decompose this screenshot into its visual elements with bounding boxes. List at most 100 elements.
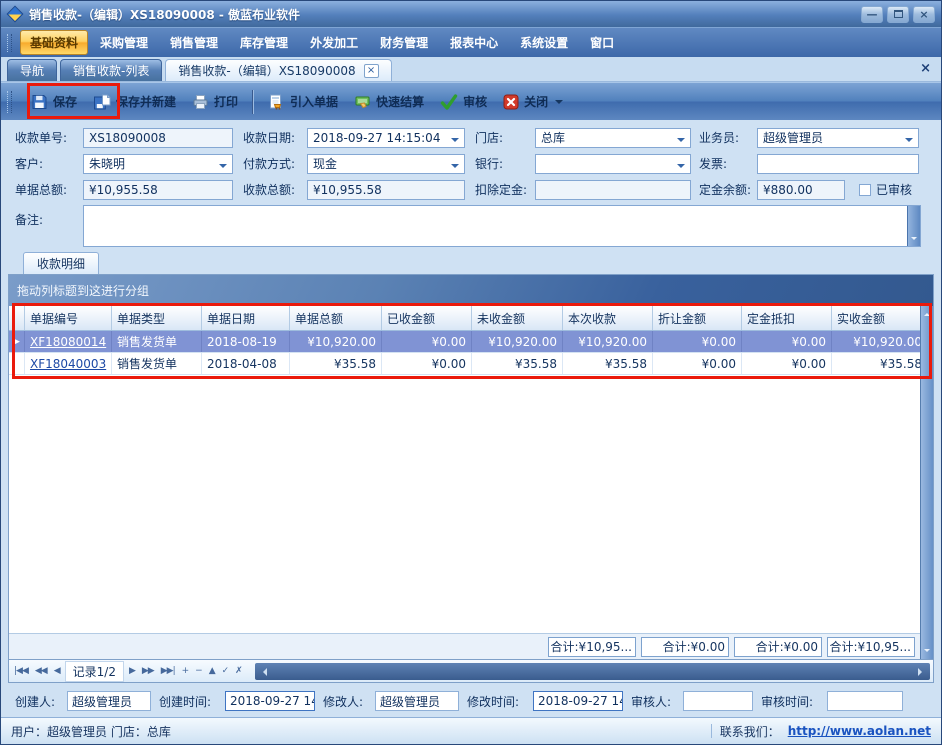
row-indicator-icon xyxy=(9,353,25,374)
dropdown-arrow-icon[interactable] xyxy=(219,164,227,172)
deposit-balance-field[interactable]: ¥880.00 xyxy=(757,180,845,200)
horizontal-scrollbar[interactable] xyxy=(255,663,930,680)
menu-bar: 基础资料采购管理销售管理库存管理外发加工财务管理报表中心系统设置窗口 xyxy=(1,27,941,57)
form-row-3: 单据总额: ¥10,955.58 收款总额: ¥10,955.58 扣除定金: … xyxy=(15,179,941,200)
nav-insert-button[interactable]: + xyxy=(182,666,189,676)
grid-midrow: 单据编号单据类型单据日期单据总额已收金额未收金额本次收款折让金额定金抵扣实收金额… xyxy=(9,306,933,659)
table-cell: 2018-08-19 xyxy=(202,331,290,352)
save-button[interactable]: 保存 xyxy=(24,89,84,114)
nav-last-button[interactable]: ▶▶| xyxy=(161,666,175,676)
column-header-10[interactable]: 实收金额 xyxy=(832,306,928,330)
modifier-field: 超级管理员 xyxy=(375,691,459,711)
detail-panel: 拖动列标题到这进行分组 单据编号单据类型单据日期单据总额已收金额未收金额本次收款… xyxy=(8,274,934,683)
creator-value: 超级管理员 xyxy=(72,693,132,710)
nav-next-page-button[interactable]: ▶▶ xyxy=(142,666,154,676)
receipt-date-value: 2018-09-27 14:15:04 xyxy=(313,131,440,145)
receipt-total-field[interactable]: ¥10,955.58 xyxy=(307,180,465,200)
receipt-no-label: 收款单号: xyxy=(15,129,83,146)
deduct-deposit-field[interactable] xyxy=(535,180,691,200)
doc-tab-3[interactable]: 销售收款-（编辑）XS18090008× xyxy=(165,59,391,81)
quick-settle-button[interactable]: 快速结算 xyxy=(347,89,431,114)
receipt-no-value: XS18090008 xyxy=(89,131,166,145)
vertical-scrollbar[interactable] xyxy=(920,306,933,659)
dropdown-arrow-icon[interactable] xyxy=(677,164,685,172)
nav-first-button[interactable]: |◀◀ xyxy=(14,666,28,676)
nav-post-button[interactable]: ✓ xyxy=(222,666,229,676)
maximize-button[interactable] xyxy=(887,6,909,23)
store-combo[interactable]: 总库 xyxy=(535,128,691,148)
nav-delete-button[interactable]: − xyxy=(195,666,202,676)
column-header-2[interactable]: 单据类型 xyxy=(112,306,202,330)
store-label: 门店: xyxy=(475,129,535,146)
column-header-9[interactable]: 定金抵扣 xyxy=(742,306,832,330)
doc-no-link[interactable]: XF18040003 xyxy=(25,353,112,374)
column-header-7[interactable]: 本次收款 xyxy=(563,306,653,330)
menu-item-8[interactable]: 系统设置 xyxy=(510,30,578,55)
remark-scrollbar[interactable] xyxy=(907,206,920,246)
window-title: 销售收款-（编辑）XS18090008 - 傲蓝布业软件 xyxy=(29,6,857,23)
column-total-3: 合计:¥0.00 xyxy=(734,637,822,657)
red-close-icon xyxy=(503,94,519,110)
nav-prev-page-button[interactable]: ◀◀ xyxy=(35,666,47,676)
nav-prev-button[interactable]: ◀ xyxy=(54,666,60,676)
nav-left: |◀◀◀◀◀ xyxy=(9,666,65,676)
nav-next-button[interactable]: ▶ xyxy=(129,666,135,676)
doc-total-field[interactable]: ¥10,955.58 xyxy=(83,180,233,200)
column-header-3[interactable]: 单据日期 xyxy=(202,306,290,330)
dropdown-arrow-icon[interactable] xyxy=(905,138,913,146)
doc-no-link[interactable]: XF18080014 xyxy=(25,331,112,352)
receipt-no-field[interactable]: XS18090008 xyxy=(83,128,233,148)
salesman-value: 超级管理员 xyxy=(763,129,823,146)
payment-method-combo[interactable]: 现金 xyxy=(307,154,465,174)
creator-field: 超级管理员 xyxy=(67,691,151,711)
doc-tab-2[interactable]: 销售收款-列表 xyxy=(60,59,162,81)
receipt-date-label: 收款日期: xyxy=(243,129,307,146)
save-and-new-button[interactable]: 保存并新建 xyxy=(86,89,183,114)
dropdown-arrow-icon[interactable] xyxy=(451,164,459,172)
modify-time-field: 2018-09-27 14 xyxy=(533,691,623,711)
close-button[interactable]: × xyxy=(913,6,935,23)
customer-combo[interactable]: 朱晓明 xyxy=(83,154,233,174)
table-row[interactable]: ▶XF18080014销售发货单2018-08-19¥10,920.00¥0.0… xyxy=(9,331,920,353)
close-document-button[interactable]: 关闭 xyxy=(496,89,572,114)
bank-label: 银行: xyxy=(475,155,535,172)
menu-item-6[interactable]: 财务管理 xyxy=(370,30,438,55)
toolbar-grip-icon xyxy=(7,34,12,52)
nav-cancel-button[interactable]: ✗ xyxy=(235,666,242,676)
minimize-button[interactable]: — xyxy=(861,6,883,23)
menu-item-5[interactable]: 外发加工 xyxy=(300,30,368,55)
menu-item-3[interactable]: 销售管理 xyxy=(160,30,228,55)
close-dropdown-caret-icon[interactable] xyxy=(555,100,563,108)
menu-item-4[interactable]: 库存管理 xyxy=(230,30,298,55)
import-documents-button[interactable]: 引入单据 xyxy=(261,89,345,114)
tabstrip-close-icon[interactable]: × xyxy=(920,61,931,76)
dropdown-arrow-icon[interactable] xyxy=(451,138,459,146)
group-by-bar[interactable]: 拖动列标题到这进行分组 xyxy=(9,275,933,306)
menu-item-2[interactable]: 采购管理 xyxy=(90,30,158,55)
dropdown-arrow-icon[interactable] xyxy=(677,138,685,146)
column-header-1[interactable]: 单据编号 xyxy=(25,306,112,330)
receipt-date-combo[interactable]: 2018-09-27 14:15:04 xyxy=(307,128,465,148)
column-header-4[interactable]: 单据总额 xyxy=(290,306,382,330)
print-button[interactable]: 打印 xyxy=(185,89,245,114)
nav-edit-button[interactable]: ▲ xyxy=(209,666,215,676)
menu-item-9[interactable]: 窗口 xyxy=(580,30,624,55)
doc-tab-1[interactable]: 导航 xyxy=(7,59,57,81)
audited-checkbox[interactable] xyxy=(859,184,871,196)
remark-textarea[interactable] xyxy=(83,205,921,247)
column-header-8[interactable]: 折让金额 xyxy=(653,306,742,330)
column-header-5[interactable]: 已收金额 xyxy=(382,306,472,330)
table-cell: ¥10,920.00 xyxy=(290,331,382,352)
bank-combo[interactable] xyxy=(535,154,691,174)
column-header-6[interactable]: 未收金额 xyxy=(472,306,563,330)
invoice-field[interactable] xyxy=(757,154,919,174)
audit-button[interactable]: 审核 xyxy=(433,89,494,114)
tab-close-icon[interactable]: × xyxy=(364,64,379,78)
website-link[interactable]: http://www.aolan.net xyxy=(788,724,931,738)
salesman-combo[interactable]: 超级管理员 xyxy=(757,128,919,148)
tab-receipt-detail[interactable]: 收款明细 xyxy=(23,252,99,274)
menu-item-1[interactable]: 基础资料 xyxy=(20,30,88,55)
menu-item-7[interactable]: 报表中心 xyxy=(440,30,508,55)
table-cell: ¥0.00 xyxy=(382,353,472,374)
table-row[interactable]: XF18040003销售发货单2018-04-08¥35.58¥0.00¥35.… xyxy=(9,353,920,375)
